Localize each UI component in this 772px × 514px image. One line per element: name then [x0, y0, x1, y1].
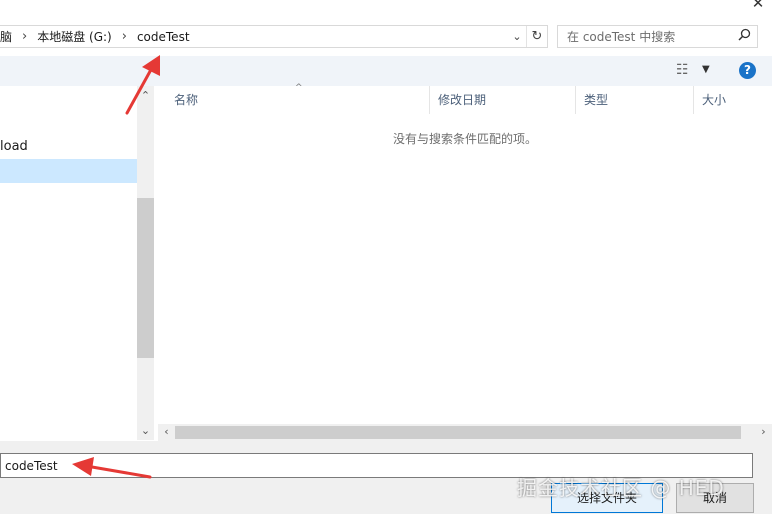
- crumb-computer[interactable]: 脑: [0, 28, 15, 45]
- chevron-down-icon[interactable]: ⌄: [509, 26, 525, 47]
- watermark: 掘金技术社区 @ HED: [517, 476, 725, 500]
- breadcrumb: 脑 › 本地磁盘 (G:) › codeTest: [0, 26, 193, 47]
- refresh-icon[interactable]: ↻: [526, 26, 547, 47]
- nav-scroll-thumb[interactable]: [137, 198, 154, 358]
- scroll-left-icon[interactable]: ‹: [158, 425, 175, 438]
- view-options-icon[interactable]: ☷: [676, 62, 688, 78]
- chevron-right-icon[interactable]: ›: [115, 29, 134, 44]
- crumb-drive[interactable]: 本地磁盘 (G:): [34, 28, 115, 45]
- sort-ascending-icon: ^: [295, 83, 303, 93]
- nav-scrollbar[interactable]: ⌃ ⌄: [137, 86, 154, 440]
- empty-state-message: 没有与搜索条件匹配的项。: [392, 132, 537, 146]
- horizontal-scroll-thumb[interactable]: [175, 426, 741, 439]
- crumb-folder[interactable]: codeTest: [134, 30, 193, 44]
- dialog-footer: 选择文件夹 取消 掘金技术社区 @ HED: [0, 441, 772, 514]
- column-header-type[interactable]: 类型: [576, 86, 694, 114]
- scroll-right-icon[interactable]: ›: [755, 425, 772, 438]
- nav-item-selected[interactable]: [0, 159, 137, 183]
- horizontal-scrollbar[interactable]: ‹ ›: [158, 424, 772, 441]
- column-headers: 名称 修改日期 类型 大小 ^: [158, 83, 772, 114]
- column-header-size[interactable]: 大小: [694, 86, 772, 114]
- navigation-pane: load ⌃ ⌄: [0, 86, 154, 440]
- help-icon[interactable]: ?: [739, 62, 756, 79]
- chevron-right-icon[interactable]: ›: [15, 29, 34, 44]
- search-box[interactable]: [557, 25, 758, 48]
- address-bar[interactable]: 脑 › 本地磁盘 (G:) › codeTest ⌄ ↻: [0, 25, 548, 48]
- nav-item-download[interactable]: load: [0, 139, 28, 154]
- column-header-date[interactable]: 修改日期: [430, 86, 576, 114]
- toolbar: ☷ ▼ ?: [0, 56, 772, 86]
- search-icon[interactable]: [738, 28, 751, 45]
- close-icon[interactable]: ✕: [748, 0, 768, 12]
- scroll-up-icon[interactable]: ⌃: [137, 89, 154, 102]
- view-dropdown-icon[interactable]: ▼: [702, 64, 710, 75]
- scroll-down-icon[interactable]: ⌄: [137, 424, 154, 437]
- search-input[interactable]: [558, 26, 733, 47]
- file-list: 名称 修改日期 类型 大小 ^ 没有与搜索条件匹配的项。: [158, 83, 772, 440]
